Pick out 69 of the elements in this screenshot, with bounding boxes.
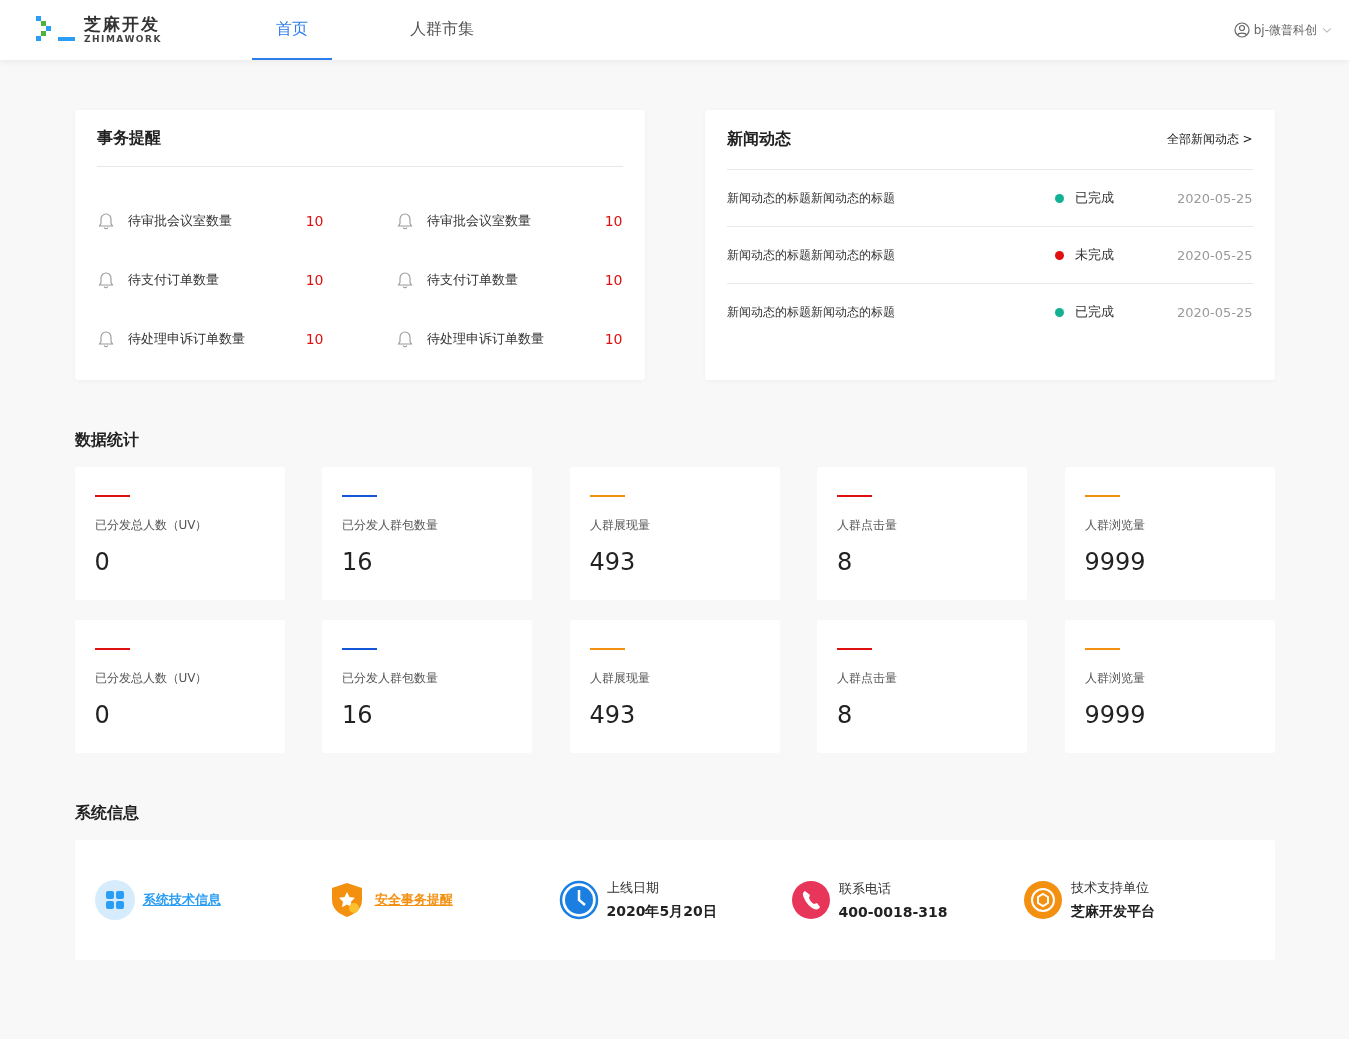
stat-label: 已分发总人数（UV） [94, 517, 209, 534]
logo-title: 芝麻开发 [84, 16, 161, 33]
support-icon [1022, 880, 1063, 920]
stat-label: 人群展现量 [589, 670, 651, 687]
stat-label: 人群点击量 [837, 517, 898, 534]
news-date: 2020-05-25 [1175, 190, 1253, 206]
reminder-label: 待处理申诉订单数量 [127, 329, 246, 348]
stat-value: 493 [589, 701, 637, 729]
reminder-count: 10 [604, 271, 623, 288]
all-news-link[interactable]: 全部新闻动态 > [1166, 131, 1253, 148]
reminder-count: 10 [305, 271, 324, 288]
stat-label: 已分发人群包数量 [342, 670, 439, 687]
info-label: 联系电话 [838, 880, 892, 898]
reminder-count: 10 [305, 212, 324, 229]
nav-tab[interactable]: 首页 [252, 0, 332, 60]
nav-tab[interactable]: 人群市集 [402, 0, 482, 60]
stat-value: 16 [342, 548, 374, 576]
user-name[interactable]: bj-微普科创 [1253, 21, 1317, 39]
stat-value: 8 [837, 548, 854, 576]
user-icon [1233, 22, 1250, 38]
stat-label: 人群点击量 [837, 670, 898, 687]
news-title[interactable]: 新闻动态的标题新闻动态的标题 [726, 303, 1055, 321]
stat-value: 0 [94, 701, 111, 729]
panel-title: 事务提醒 [96, 127, 161, 149]
bell-icon [395, 329, 414, 348]
reminder-count: 10 [604, 212, 623, 229]
stat-value: 16 [342, 701, 374, 729]
stat-label: 人群浏览量 [1084, 670, 1146, 687]
stat-label: 已分发人群包数量 [342, 517, 439, 534]
news-status: 未完成 [1074, 246, 1115, 264]
reminder-label: 待审批会议室数量 [127, 211, 233, 230]
info-value: 芝麻开发平台 [1070, 903, 1155, 921]
reminder-count: 10 [305, 330, 324, 347]
stat-value: 9999 [1084, 701, 1147, 729]
stat-value: 493 [589, 548, 637, 576]
news-title[interactable]: 新闻动态的标题新闻动态的标题 [726, 189, 1055, 207]
panel-title: 新闻动态 [726, 129, 791, 150]
stat-label: 人群浏览量 [1084, 517, 1146, 534]
stat-value: 9999 [1084, 548, 1147, 576]
clock-icon [558, 880, 599, 920]
grid-icon [94, 880, 135, 920]
reminder-label: 待支付订单数量 [127, 270, 220, 289]
reminder-count: 10 [604, 330, 623, 347]
stat-label: 人群展现量 [589, 517, 651, 534]
news-title[interactable]: 新闻动态的标题新闻动态的标题 [726, 246, 1055, 264]
logo-subtitle: ZHIMAWORK [84, 35, 162, 44]
info-value: 2020年5月20日 [606, 903, 717, 921]
stat-value: 0 [94, 548, 111, 576]
logo-icon [36, 16, 76, 44]
info-label: 上线日期 [606, 879, 660, 897]
info-value: 400-0018-318 [838, 904, 948, 920]
news-status: 已完成 [1074, 189, 1115, 207]
news-status: 已完成 [1074, 303, 1115, 321]
bell-icon [96, 211, 115, 230]
stat-label: 已分发总人数（UV） [94, 670, 209, 687]
section-title: 数据统计 [74, 430, 140, 451]
reminder-label: 待支付订单数量 [426, 270, 519, 289]
phone-icon [790, 880, 831, 920]
stat-value: 8 [837, 701, 854, 729]
bell-icon [395, 270, 414, 289]
news-date: 2020-05-25 [1175, 247, 1253, 263]
bell-icon [395, 211, 414, 230]
news-date: 2020-05-25 [1175, 304, 1253, 320]
bell-icon [96, 270, 115, 289]
info-label: 技术支持单位 [1070, 879, 1150, 897]
section-title: 系统信息 [74, 803, 140, 824]
reminder-label: 待审批会议室数量 [426, 211, 532, 230]
bell-icon [96, 329, 115, 348]
reminder-label: 待处理申诉订单数量 [426, 329, 545, 348]
